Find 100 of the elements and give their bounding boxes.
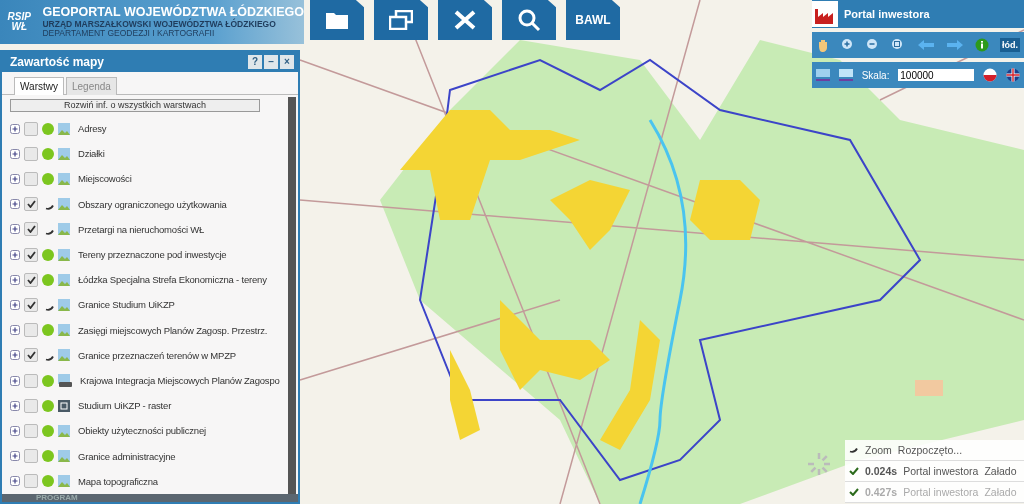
info-icon[interactable] [974,38,989,52]
layer-checkbox[interactable] [24,373,38,388]
layer-name[interactable]: Granice przeznaczeń terenów w MPZP [78,349,236,361]
layer-checkbox[interactable] [24,424,38,438]
raster-icon [58,399,70,412]
window-button[interactable]: ? [248,55,262,69]
expand-icon[interactable] [10,274,20,285]
layer-name[interactable]: Łódzka Specjalna Strefa Ekonomiczna - tereny [78,274,267,286]
folder-icon [325,10,349,30]
windows-icon [389,10,413,30]
layer-checkbox[interactable] [24,222,38,237]
image-icon [58,324,70,337]
layer-checkbox[interactable] [24,474,38,489]
expand-icon[interactable] [10,173,20,184]
toolbar-button[interactable] [438,0,492,40]
layer-name[interactable]: Zasięgi miejscowych Planów Zagosp. Przestrz. [78,324,268,336]
layer-checkbox[interactable] [24,171,38,186]
layer-checkbox[interactable] [24,323,38,338]
layer-name[interactable]: Obszary ograniczonego użytkowania [78,198,227,210]
image-icon [58,349,70,362]
flag-icon[interactable] [983,68,998,82]
image-icon [58,248,70,261]
panel-tab[interactable]: Warstwy [14,77,64,95]
expand-icon[interactable] [10,148,20,159]
scrollbar[interactable] [288,97,296,494]
layer-name[interactable]: Miejscowości [78,173,132,185]
layer-checkbox[interactable] [24,146,38,161]
flag-icon[interactable] [1005,68,1020,82]
keyboard-icon[interactable] [838,69,853,81]
expand-icon[interactable] [10,199,20,210]
layer-checkbox[interactable] [24,297,38,312]
image-icon [58,223,70,236]
window-button[interactable]: × [280,55,294,69]
loading-spinner-icon [806,451,832,477]
department-name: DEPARTAMENT GEODEZJI I KARTOGRAFII [42,28,216,39]
portal-title: GEOPORTAL WOJEWÓDZTWA ŁÓDZKIEGO [42,5,304,19]
image-icon [58,374,72,388]
expand-icon[interactable] [10,325,20,336]
image-icon [58,298,70,311]
expand-icon[interactable] [10,451,20,462]
image-icon [58,475,70,488]
layer-name[interactable]: Obiekty użyteczności publicznej [78,425,206,437]
expand-icon[interactable] [10,476,20,487]
window-button[interactable]: – [264,55,278,69]
expand-icon[interactable] [10,400,20,411]
layer-checkbox[interactable] [24,121,38,136]
expand-icon[interactable] [10,350,20,361]
check-icon [849,467,859,475]
layer-checkbox[interactable] [24,197,38,212]
expand-icon[interactable] [10,224,20,235]
panel-title: Zawartość mapy [10,55,105,69]
expand-icon[interactable] [10,375,20,386]
image-icon [58,450,70,463]
expand-all-button[interactable]: Rozwiń inf. o wszystkich warstwach [10,99,260,112]
layer-checkbox[interactable] [24,449,38,464]
toolbar-button[interactable] [374,0,428,40]
layer-checkbox[interactable] [24,348,38,363]
bawl-button[interactable]: BAWL [566,0,620,40]
log-text: Rozpoczęto... [897,444,963,456]
check-icon [849,488,859,496]
image-icon [58,147,70,160]
portal-title: Portal inwestora [844,8,930,20]
logo: RSIP WŁ [6,10,32,34]
layer-name[interactable]: Mapa topograficzna [78,475,158,487]
toolbar-button[interactable] [310,0,364,40]
layer-checkbox[interactable] [24,247,38,262]
log-text: Załado [984,486,1017,498]
image-icon [58,172,70,185]
scale-input[interactable]: 100000 [898,69,975,81]
search-icon [517,8,541,32]
layer-checkbox[interactable] [24,272,38,287]
log-time: 0.024s [865,465,898,477]
log-text: Załado [984,465,1017,477]
loading-icon [849,447,858,453]
expand-icon[interactable] [10,426,20,436]
layer-name[interactable]: Przetargi na nieruchomości WŁ [78,223,205,235]
layer-name[interactable]: Działki [78,148,105,160]
layer-name[interactable]: Granice Studium UiKZP [78,299,175,311]
image-icon [58,273,70,286]
image-icon [58,425,70,437]
layer-name[interactable]: Studium UiKZP - raster [78,400,172,412]
layer-checkbox[interactable] [24,398,38,413]
layer-name[interactable]: Krajowa Integracja Miejscowych Planów Zagospo [80,375,280,387]
expand-icon[interactable] [10,123,20,134]
expand-icon[interactable] [10,299,20,310]
footer-label: PROGRAM [36,494,78,502]
layer-name[interactable]: Tereny przeznaczone pod inwestycje [78,249,227,261]
region-badge[interactable]: łód. [1000,38,1020,52]
image-icon [58,122,70,135]
factory-icon [812,1,838,27]
expand-icon[interactable] [10,249,20,260]
log-text: Portal inwestora [903,486,979,498]
layer-name[interactable]: Adresy [78,123,107,135]
toolbar-button[interactable] [502,0,556,40]
log-text: Zoom [865,444,892,456]
office-name: URZĄD MARSZAŁKOWSKI WOJEWÓDZTWA ŁÓDZKIEGO [42,19,277,29]
keyboard-icon[interactable] [816,69,830,81]
log-text: Portal inwestora [903,465,979,477]
image-icon [58,198,70,211]
layer-name[interactable]: Granice administracyjne [78,450,176,462]
